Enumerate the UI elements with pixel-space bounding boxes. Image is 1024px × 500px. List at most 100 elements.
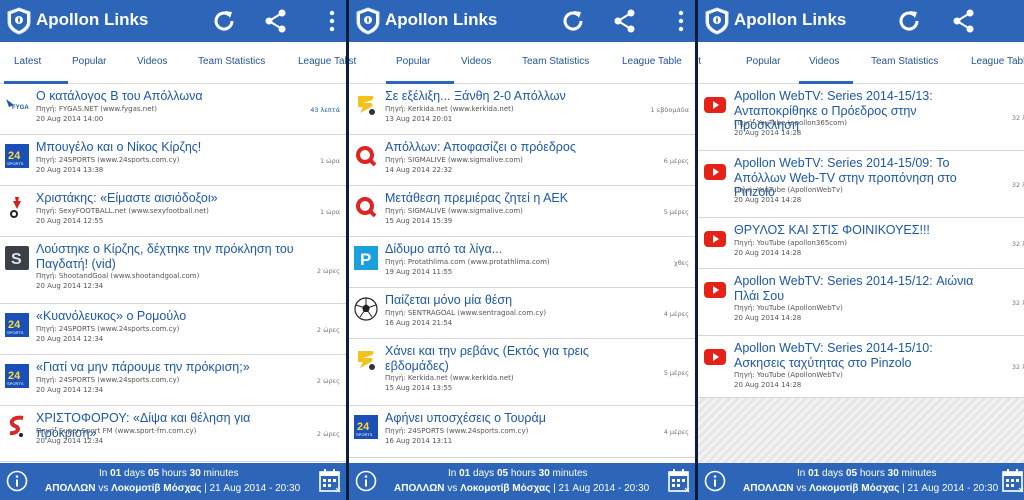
tab-tabs-3[interactable]: Team Statistics xyxy=(198,42,265,84)
item-date: 19 Aug 2014 11:55 xyxy=(385,267,453,276)
tab-bar: test Popular Videos Team Statistics League T… xyxy=(698,42,1024,84)
countdown-minutes-label: minutes xyxy=(901,468,937,479)
countdown-in: In xyxy=(99,468,108,479)
tab-tabs-0[interactable]: Latest xyxy=(4,42,68,84)
tab-tabs-3[interactable]: Team Statistics xyxy=(522,42,589,84)
tab-tabs-partial-s2-first[interactable]: test xyxy=(698,42,701,84)
list-item[interactable]: Apollon WebTV: Series 2014-15/09: Το Από… xyxy=(698,151,1024,218)
calendar-icon[interactable] xyxy=(1001,468,1024,494)
list-item[interactable]: 24 SPORTS «Κυανόλευκος» ο Ρομούλο Πηγή: 24S… xyxy=(0,304,346,355)
tab-tabs-2[interactable]: Videos xyxy=(137,42,167,84)
share-icon[interactable] xyxy=(262,7,290,35)
item-title: Ο κατάλογος Β του Απόλλωνα xyxy=(36,89,203,103)
countdown-minutes: 30 xyxy=(538,468,550,479)
list-item[interactable]: ΧΡΙΣΤΟΦΟΡΟΥ: «Δίψα και θέληση για πρόκρι… xyxy=(0,406,346,462)
tab-tabs-4[interactable]: League Table xyxy=(971,42,1024,84)
list-item[interactable]: FYGAS Ο κατάλογος Β του ΑπόλλωναΠηγή: FYG… xyxy=(0,84,346,135)
countdown-in: In xyxy=(448,468,457,479)
item-age: 2 ώρες xyxy=(316,376,340,385)
item-date: 20 Aug 2014 12:34 xyxy=(36,334,104,343)
list-item[interactable]: 24 SPORTS Αφήνει υποσχέσεις ο Τουράμ Πηγή: … xyxy=(349,406,695,458)
overflow-menu-icon[interactable] xyxy=(318,7,346,35)
list-item[interactable]: Apollon WebTV: Series 2014-15/10: Ασκησε… xyxy=(698,336,1024,398)
tab-tabs-3[interactable]: Team Statistics xyxy=(871,42,938,84)
list-item[interactable]: Apollon WebTV: Series 2014-15/13: Ανταπο… xyxy=(698,84,1024,151)
countdown-minutes: 30 xyxy=(887,468,899,479)
list-item[interactable]: Απόλλων: Αποφασίζει ο πρόεδρος Πηγή: SIGM… xyxy=(349,135,695,186)
item-date: 20 Aug 2014 13:38 xyxy=(36,165,104,174)
countdown-days: 01 xyxy=(459,468,471,479)
item-age: 1 ώρα xyxy=(319,156,340,165)
list-item[interactable]: P Δίδυμο από τα λίγα... Πηγή: Protathlima.… xyxy=(349,237,695,288)
list-item[interactable]: Apollon WebTV: Series 2014-15/12: Αιώνια… xyxy=(698,269,1024,336)
tab-tabs-partial-s1-first[interactable]: est xyxy=(349,42,356,84)
list-item[interactable]: Παίζεται μόνο μία θέση Πηγή: SENTRAGOAL (… xyxy=(349,288,695,339)
item-source: Πηγή: 24SPORTS (www.24sports.com.cy) xyxy=(36,155,180,164)
item-source: Πηγή: Protathlima.com (www.protathlima.c… xyxy=(385,257,550,266)
countdown-bar: In 01 days 05 hours 30 minutes ΑΠΟΛΛΩΝ vs… xyxy=(0,463,346,500)
tab-bar: est PopularVideos Team Statistics League Ta… xyxy=(349,42,695,84)
countdown-in: In xyxy=(797,468,806,479)
tab-tabs-1[interactable]: Popular xyxy=(72,42,106,84)
list-item[interactable]: S Λούστηκε ο Κίρζης, δέχτηκε την πρόκληση… xyxy=(0,237,346,304)
list-item[interactable]: Χριστάκης: «Είμαστε αισιόδοξοι» Πηγή: Sex… xyxy=(0,186,346,237)
share-icon[interactable] xyxy=(611,7,639,35)
phone-screen-1: Apollon Links Latest Popular Videos Team Sta… xyxy=(0,0,346,500)
countdown-hours: 05 xyxy=(496,468,509,479)
svg-text:SPORTS: SPORTS xyxy=(7,381,24,386)
protathlima-logo-icon: P xyxy=(354,246,378,270)
list-item[interactable]: Σε εξέλιξη... Ξάνθη 2-0 Απόλλων Πηγή: Ker… xyxy=(349,84,695,135)
refresh-icon[interactable] xyxy=(895,7,923,35)
empty-area xyxy=(698,398,1024,463)
item-title: Λούστηκε ο Κίρζης, δέχτηκε την πρόκληση … xyxy=(36,242,294,271)
countdown-text: In 01 days 05 hours 30 minutes xyxy=(448,468,588,479)
svg-text:S: S xyxy=(11,251,22,268)
overflow-menu-icon[interactable] xyxy=(667,7,695,35)
match-away: Λοκομοτίβ Μόσχας xyxy=(460,483,551,494)
info-icon[interactable] xyxy=(704,470,726,492)
item-date: 15 Aug 2014 15:39 xyxy=(385,216,453,225)
24sports-logo-icon: 24 SPORTS xyxy=(354,415,378,439)
list-item[interactable]: Μετάθεση πρεμιέρας ζητεί η ΑΕΚ Πηγή: SIGM… xyxy=(349,186,695,237)
item-age: χθες xyxy=(673,258,689,267)
item-title: Χριστάκης: «Είμαστε αισιόδοξοι» xyxy=(36,191,218,205)
sexyfootball-logo-icon xyxy=(5,195,29,219)
item-age: 32 λ xyxy=(1011,298,1024,307)
list-item[interactable]: 24 SPORTS Μπουγέλο και ο Νίκος Κίρζης! Πηγή… xyxy=(0,135,346,186)
list-item[interactable]: Χάνει και την ρεβάνς (Εκτός για τρεις εβ… xyxy=(349,339,695,406)
item-source: Πηγή: 24SPORTS (www.24sports.com.cy) xyxy=(36,324,180,333)
refresh-icon[interactable] xyxy=(210,7,238,35)
item-date: 20 Aug 2014 14:28 xyxy=(734,196,802,204)
football-icon xyxy=(354,297,378,321)
match-vs: vs xyxy=(447,483,458,494)
info-icon[interactable] xyxy=(355,470,377,492)
share-icon[interactable] xyxy=(950,7,978,35)
match-datetime: | 21 Aug 2014 - 20:30 xyxy=(204,483,301,494)
tab-tabs-2[interactable]: Videos xyxy=(461,42,491,84)
svg-text:FYGAS: FYGAS xyxy=(12,105,29,111)
tab-tabs-2[interactable]: Videos xyxy=(799,42,853,84)
item-title: Μπουγέλο και ο Νίκος Κίρζης! xyxy=(36,140,202,154)
info-icon[interactable] xyxy=(6,470,28,492)
tab-tabs-1[interactable]: Popular xyxy=(386,42,454,84)
item-source: Πηγή: SIGMALIVE (www.sigmalive.com) xyxy=(385,155,523,164)
match-away: Λοκομοτίβ Μόσχας xyxy=(111,483,202,494)
youtube-icon xyxy=(703,93,727,117)
list-item[interactable]: ΘΡΥΛΟΣ ΚΑΙ ΣΤΙΣ ΦΟΙΝΙΚΟΥΕΣ!!! Πηγή: YouTu… xyxy=(698,218,1024,269)
calendar-icon[interactable] xyxy=(667,468,691,494)
tab-tabs-4[interactable]: League Table xyxy=(622,42,682,84)
item-date: 20 Aug 2014 12:55 xyxy=(36,216,104,225)
item-date: 15 Aug 2014 13:55 xyxy=(385,384,453,392)
screen-divider xyxy=(346,0,349,500)
item-age: 5 μέρες xyxy=(663,368,689,377)
countdown-hours-label: hours xyxy=(859,468,885,479)
sigmalive-logo-icon xyxy=(354,195,378,219)
tab-tabs-1[interactable]: Popular xyxy=(746,42,780,84)
tab-tabs-4[interactable]: League Table xyxy=(298,42,346,84)
app-logo-icon xyxy=(355,7,381,35)
refresh-icon[interactable] xyxy=(559,7,587,35)
list-item[interactable]: 24 SPORTS «Γιατί να μην πάρουμε την πρόκρι… xyxy=(0,355,346,406)
24sports-logo-icon: 24 SPORTS xyxy=(5,364,29,388)
svg-text:SPORTS: SPORTS xyxy=(7,330,24,335)
calendar-icon[interactable] xyxy=(318,468,342,494)
